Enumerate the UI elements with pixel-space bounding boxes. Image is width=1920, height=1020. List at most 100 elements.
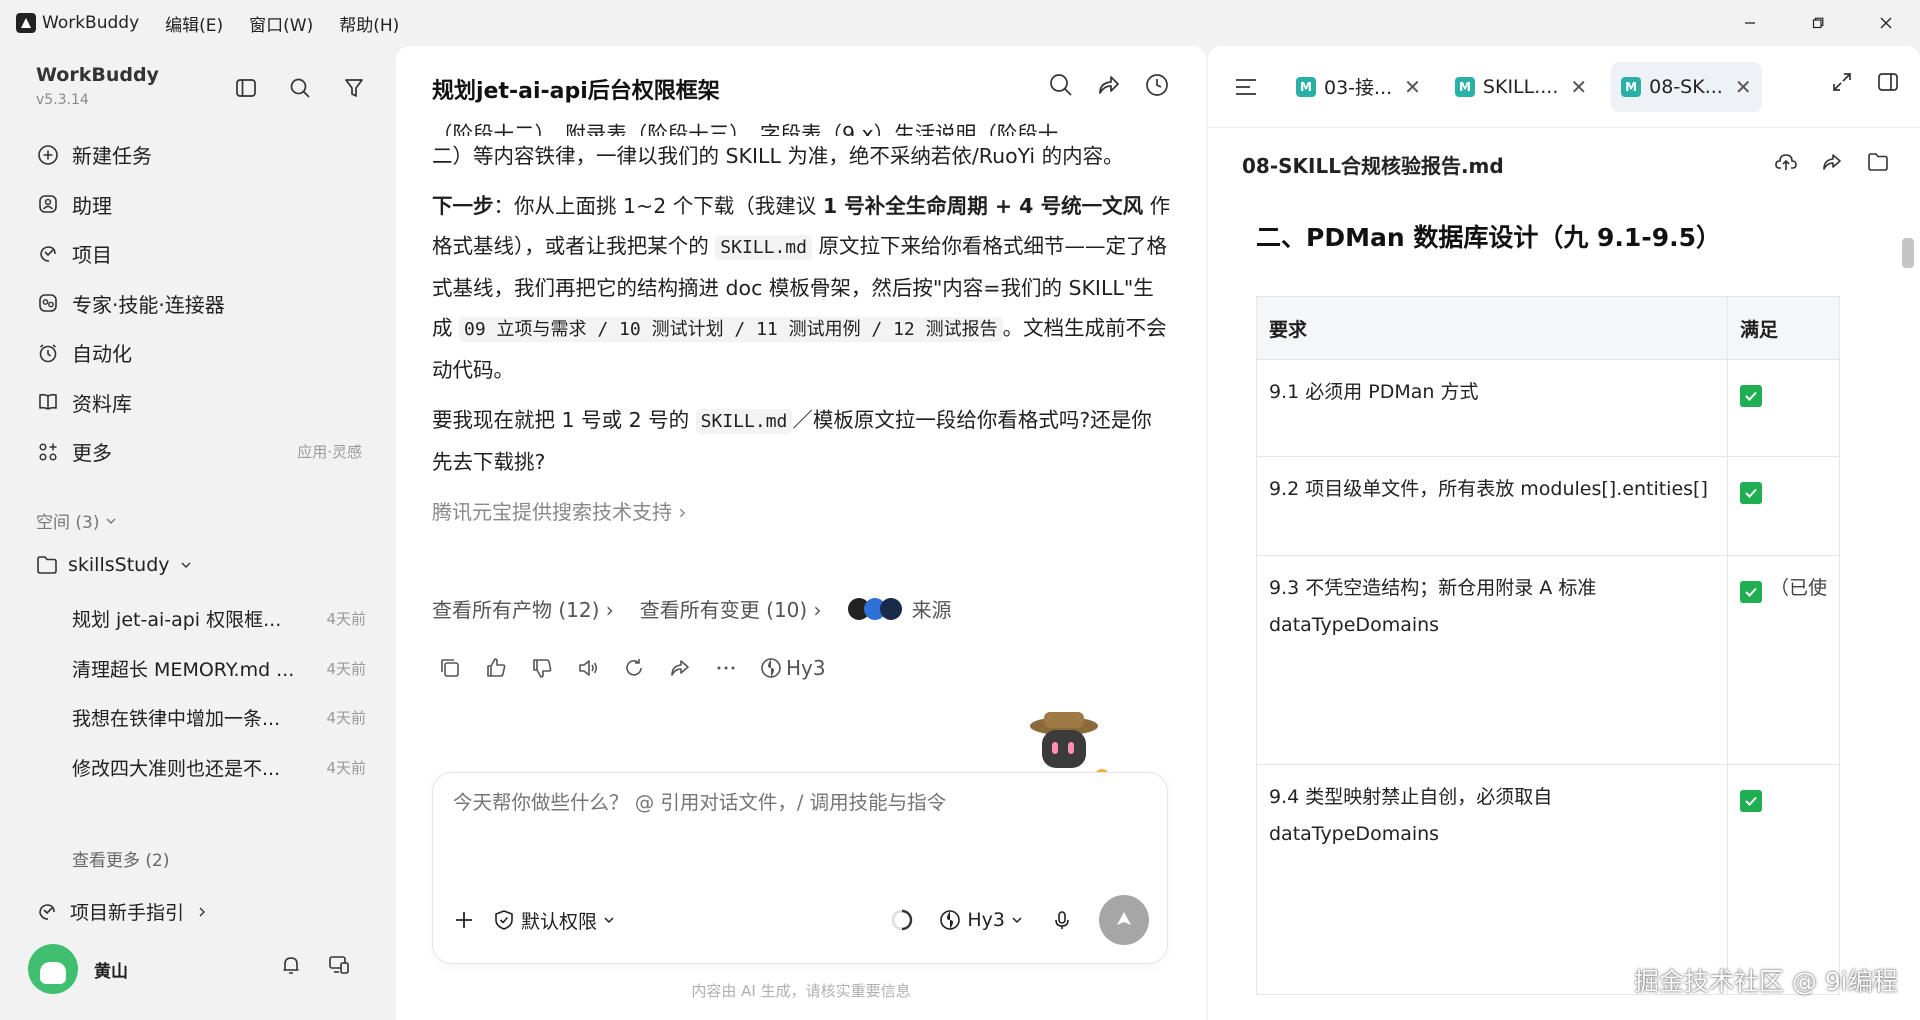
nav-project[interactable]: 项目 (24, 229, 374, 279)
nav-assistant[interactable]: 助理 (24, 180, 374, 230)
close-tab-icon[interactable]: ✕ (1404, 75, 1421, 99)
message-actions: Hy3 (438, 656, 826, 680)
doc-tab[interactable]: M SKILL.... ✕ (1445, 62, 1597, 112)
sidebar-toolbar (230, 72, 370, 104)
project-guide[interactable]: 项目新手指引 (36, 898, 208, 925)
thumbs-up-icon[interactable] (484, 656, 508, 680)
brand: WorkBuddy v5.3.14 (36, 64, 159, 108)
chevron-down-icon (1012, 917, 1022, 924)
doc-tab-active[interactable]: M 08-SK... ✕ (1611, 61, 1762, 112)
search-credit-link[interactable]: 腾讯元宝提供搜索技术支持 › (432, 492, 1172, 532)
bold-text: 下一步 (432, 194, 494, 218)
speaker-icon[interactable] (576, 656, 600, 680)
space-label: 空间 (3) (36, 513, 100, 533)
nav-library[interactable]: 资料库 (24, 378, 374, 428)
permission-select[interactable]: 默认权限 (493, 907, 615, 934)
nav-more[interactable]: 更多 应用·灵感 (24, 427, 374, 477)
search-icon[interactable] (1048, 72, 1074, 98)
folder-skillsstudy[interactable]: skillsStudy (36, 554, 192, 576)
chat-toolbar (1048, 72, 1170, 98)
task-item[interactable]: 规划 jet-ai-api 权限框... 4天前 (36, 594, 366, 644)
app-logo-icon (16, 13, 36, 33)
bell-icon[interactable] (280, 954, 302, 976)
send-button[interactable] (1099, 895, 1149, 945)
history-icon[interactable] (1144, 72, 1170, 98)
message-paragraph: 二）等内容铁律，一律以我们的 SKILL 为准，绝不采纳若依/RuoYi 的内容… (432, 144, 1124, 168)
tab-label: SKILL.... (1482, 75, 1559, 98)
status-cell (1726, 456, 1841, 556)
task-item[interactable]: 清理超长 MEMORY.md ... 4天前 (36, 644, 366, 694)
search-icon (290, 78, 310, 98)
copy-icon[interactable] (438, 656, 462, 680)
refresh-icon[interactable] (622, 656, 646, 680)
folder-icon[interactable] (1866, 150, 1890, 174)
nav-label: 更多 (72, 441, 112, 466)
app-name: WorkBuddy (42, 13, 140, 33)
composer: 默认权限 Hy3 (432, 772, 1168, 964)
message-input[interactable] (453, 791, 1143, 814)
view-artifacts-link[interactable]: 查看所有产物 (12) › (432, 594, 614, 623)
user-profile[interactable]: 黄山 (28, 944, 128, 994)
check-icon (1739, 789, 1762, 812)
devices-icon[interactable] (328, 954, 350, 976)
thumbs-down-icon[interactable] (530, 656, 554, 680)
share-icon[interactable] (668, 656, 692, 680)
project-icon (36, 242, 60, 266)
close-icon (1880, 17, 1892, 29)
close-window-button[interactable] (1852, 0, 1920, 46)
see-more-link[interactable]: 查看更多 (2) (72, 846, 169, 871)
toggle-sidebar-button[interactable] (230, 72, 262, 104)
restore-button[interactable] (1784, 0, 1852, 46)
nav-automation[interactable]: 自动化 (24, 328, 374, 378)
menu-edit[interactable]: 编辑(E) (165, 11, 223, 36)
source-badge-icon (879, 597, 902, 620)
permission-label: 默认权限 (521, 910, 598, 933)
outline-button[interactable] (1230, 71, 1262, 103)
filter-button[interactable] (338, 72, 370, 104)
more-icon[interactable] (714, 656, 738, 680)
task-title: 清理超长 MEMORY.md ... (72, 658, 295, 681)
task-time: 4天前 (326, 659, 366, 678)
title-bar: WorkBuddy 编辑(E) 窗口(W) 帮助(H) (0, 0, 1920, 46)
doc-tab-tools (1830, 70, 1900, 94)
alarm-icon (36, 341, 60, 365)
view-changes-link[interactable]: 查看所有变更 (10) › (640, 594, 822, 623)
watermark: 掘金技术社区 @ 9i编程 (1634, 967, 1898, 996)
scrollbar-thumb[interactable] (1902, 238, 1914, 268)
share-icon[interactable] (1096, 72, 1122, 98)
sidebar-search-button[interactable] (284, 72, 316, 104)
sources-button[interactable]: 来源 (847, 594, 952, 623)
status-note: （已使 (1769, 577, 1827, 599)
task-item[interactable]: 修改四大准则也还是不... 4天前 (36, 743, 366, 793)
task-time: 4天前 (326, 610, 366, 629)
menu-window[interactable]: 窗口(W) (249, 11, 313, 36)
share-icon[interactable] (1820, 150, 1844, 174)
nav-new-task[interactable]: 新建任务 (24, 130, 374, 180)
grid-icon (36, 440, 60, 464)
side-panel-icon[interactable] (1876, 70, 1900, 94)
filter-icon (345, 79, 363, 97)
doc-tab[interactable]: M 03-接... ✕ (1286, 62, 1431, 112)
hunyuan-logo-icon (761, 658, 781, 678)
minimize-button[interactable] (1716, 0, 1784, 46)
inline-code: 09 立项与需求 / 10 测试计划 / 11 测试用例 / 12 测试报告 (459, 317, 1003, 342)
expand-icon[interactable] (1830, 70, 1854, 94)
plus-icon[interactable] (453, 909, 475, 931)
upload-icon[interactable] (1774, 150, 1798, 174)
user-name: 黄山 (94, 961, 128, 982)
close-tab-icon[interactable]: ✕ (1570, 75, 1587, 99)
brand-name: WorkBuddy (36, 64, 159, 86)
task-item[interactable]: 我想在铁律中增加一条... 4天前 (36, 693, 366, 743)
doc-file-name: 08-SKILL合规核验报告.md (1242, 154, 1504, 178)
check-icon (1739, 481, 1762, 504)
close-tab-icon[interactable]: ✕ (1735, 75, 1752, 99)
microphone-icon[interactable] (1051, 909, 1073, 931)
composer-toolbar: 默认权限 Hy3 (453, 895, 1149, 945)
space-header[interactable]: 空间 (3) (36, 508, 117, 533)
menu-help[interactable]: 帮助(H) (339, 11, 399, 36)
model-select[interactable]: Hy3 (939, 909, 1023, 931)
nav-label: 项目 (72, 243, 112, 268)
document-panel: M 03-接... ✕ M SKILL.... ✕ M 08-SK... ✕ 0… (1208, 46, 1920, 1020)
window-controls (1716, 0, 1920, 46)
nav-experts[interactable]: 专家·技能·连接器 (24, 279, 374, 329)
